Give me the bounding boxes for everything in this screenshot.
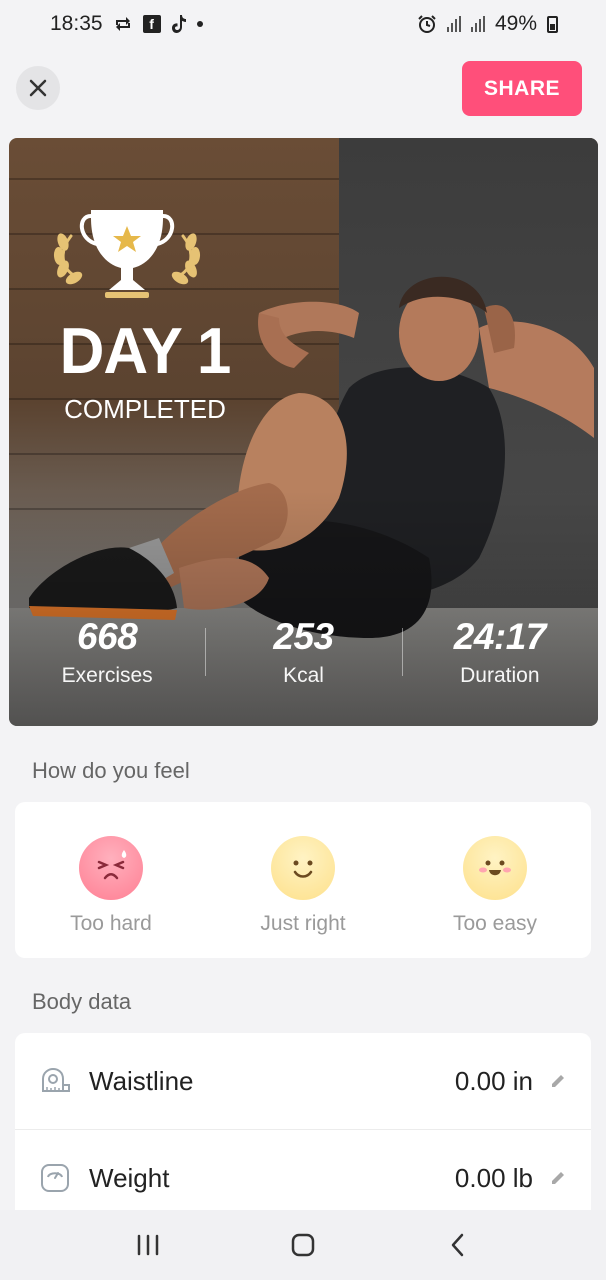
home-button[interactable] [273, 1220, 333, 1270]
back-button[interactable] [428, 1220, 488, 1270]
stat-label: Duration [460, 664, 540, 687]
too-easy-face-icon [463, 836, 527, 900]
stat-kcal: 253 Kcal [205, 616, 401, 696]
body-row-value: 0.00 in [454, 1065, 533, 1096]
stat-value: 668 [77, 616, 138, 657]
system-nav-bar [0, 1210, 606, 1280]
workout-stats: 668 Exercises 253 Kcal 24:17 Duration [9, 616, 598, 696]
close-icon [29, 79, 47, 97]
status-right: 49% [417, 12, 558, 36]
edit-icon[interactable] [547, 1167, 569, 1189]
alarm-icon [417, 14, 437, 34]
feel-option-too-hard[interactable]: Too hard [15, 802, 207, 958]
just-right-face-icon [271, 836, 335, 900]
battery-icon [547, 15, 558, 33]
stat-value: 24:17 [453, 616, 547, 657]
edit-icon[interactable] [547, 1070, 569, 1092]
body-data-card: Waistline 0.00 in Weight 0.00 lb [15, 1033, 591, 1233]
stat-exercises: 668 Exercises [9, 616, 205, 696]
battery-percent: 49% [494, 12, 537, 35]
facebook-icon: f [142, 14, 161, 34]
completed-label: COMPLETED [64, 394, 226, 424]
sync-icon [113, 14, 133, 34]
recent-apps-button[interactable] [118, 1220, 178, 1270]
body-row-value: 0.00 lb [454, 1162, 533, 1193]
scale-icon [37, 1160, 73, 1196]
feel-option-label: Too easy [452, 912, 538, 935]
feel-option-too-easy[interactable]: Too easy [399, 802, 591, 958]
body-data-section-title: Body data [32, 989, 132, 1014]
home-icon [291, 1233, 315, 1257]
feel-option-label: Just right [260, 912, 346, 935]
stat-label: Kcal [283, 664, 324, 687]
stat-divider [401, 628, 403, 676]
body-row-name: Waistline [89, 1065, 194, 1096]
day-title: DAY 1 [59, 315, 232, 388]
feel-option-label: Too hard [70, 912, 152, 935]
body-row-waistline[interactable]: Waistline 0.00 in [15, 1033, 591, 1129]
workout-summary-card: DAY 1 COMPLETED 668 Exercises 253 Kcal 2… [9, 138, 598, 726]
stat-duration: 24:17 Duration [401, 616, 598, 696]
trophy-icon [53, 210, 201, 298]
stat-value: 253 [273, 616, 334, 657]
feel-card: Too hard Just right Too easy [15, 802, 591, 958]
tape-measure-icon [37, 1063, 73, 1099]
tiktok-icon [171, 14, 187, 34]
stat-divider [205, 628, 207, 676]
signal-icon [446, 16, 461, 32]
status-time: 18:35 [50, 12, 103, 35]
share-button[interactable]: SHARE [462, 61, 582, 116]
recent-apps-icon [137, 1234, 158, 1256]
status-left: 18:35 f [50, 12, 203, 36]
feel-section-title: How do you feel [32, 758, 190, 783]
stat-label: Exercises [61, 664, 153, 687]
body-row-name: Weight [89, 1162, 170, 1193]
back-icon [452, 1233, 464, 1257]
notification-dot-icon [196, 14, 203, 34]
close-button[interactable] [16, 66, 60, 110]
too-hard-face-icon [79, 836, 143, 900]
signal-icon [470, 16, 485, 32]
feel-option-just-right[interactable]: Just right [207, 802, 399, 958]
status-bar: 18:35 f 49% [0, 0, 606, 48]
